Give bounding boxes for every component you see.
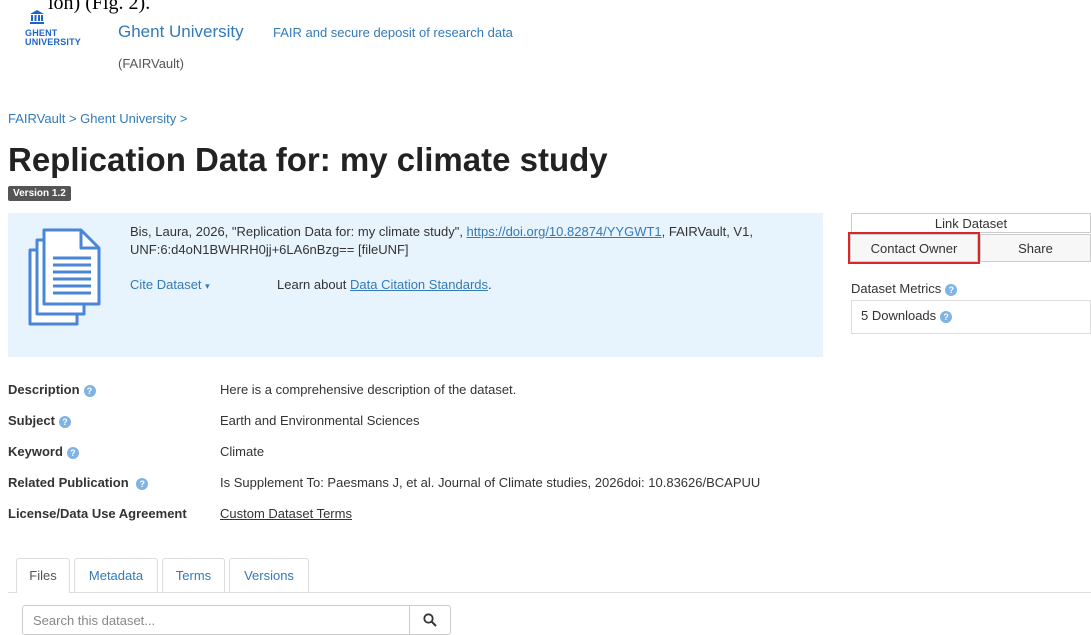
- learn-prefix: Learn about: [277, 277, 351, 292]
- metadata-label-description: Description?: [8, 382, 96, 397]
- breadcrumb: FAIRVault > Ghent University >: [8, 111, 187, 126]
- search-button[interactable]: [409, 605, 451, 635]
- version-badge: Version 1.2: [8, 186, 71, 201]
- metadata-label-subject: Subject?: [8, 413, 71, 428]
- brand-name-link[interactable]: Ghent University: [118, 22, 244, 42]
- breadcrumb-item-fairvault[interactable]: FAIRVault: [8, 111, 65, 126]
- metadata-label-keyword: Keyword?: [8, 444, 79, 459]
- document-stack-icon: [28, 228, 101, 326]
- help-icon[interactable]: ?: [940, 310, 953, 323]
- highlight-box: [848, 232, 980, 264]
- tab-versions[interactable]: Versions: [229, 558, 309, 592]
- help-icon[interactable]: ?: [945, 283, 958, 296]
- breadcrumb-separator: >: [68, 111, 81, 126]
- help-icon[interactable]: ?: [136, 477, 149, 490]
- metadata-value-keyword: Climate: [220, 444, 265, 459]
- data-citation-standards-link[interactable]: Data Citation Standards: [350, 277, 488, 292]
- custom-dataset-terms-link[interactable]: Custom Dataset Terms: [220, 506, 352, 521]
- brand-subtitle: (FAIRVault): [118, 56, 184, 71]
- learn-suffix: .: [488, 277, 492, 292]
- ghent-university-logo[interactable]: GHENT UNIVERSITY: [25, 10, 85, 47]
- metadata-value-related-publication: Is Supplement To: Paesmans J, et al. Jou…: [220, 475, 761, 490]
- keyword-label: Keyword: [8, 444, 63, 459]
- logo-text-university: UNIVERSITY: [25, 37, 82, 47]
- tab-divider: [8, 592, 1091, 593]
- description-label: Description: [8, 382, 80, 397]
- header-tagline: FAIR and secure deposit of research data: [273, 25, 513, 40]
- related-publication-label: Related Publication: [8, 475, 129, 490]
- metadata-label-license: License/Data Use Agreement: [8, 506, 187, 521]
- dataset-metrics-title: Dataset Metrics?: [851, 281, 958, 296]
- learn-about-text: Learn about Data Citation Standards.: [277, 277, 492, 292]
- tab-terms[interactable]: Terms: [162, 558, 225, 592]
- help-icon[interactable]: ?: [66, 446, 79, 459]
- link-dataset-button[interactable]: Link Dataset: [851, 213, 1091, 233]
- tab-files[interactable]: Files: [16, 558, 70, 593]
- dataset-metrics-label: Dataset Metrics: [851, 281, 942, 296]
- metadata-label-related-publication: Related Publication ?: [8, 475, 149, 490]
- breadcrumb-separator: >: [179, 111, 188, 126]
- share-button[interactable]: Share: [980, 234, 1091, 262]
- caret-down-icon: ▾: [205, 281, 210, 291]
- cite-dataset-dropdown[interactable]: Cite Dataset ▾: [130, 277, 210, 292]
- metadata-value-subject: Earth and Environmental Sciences: [220, 413, 420, 428]
- breadcrumb-item-ghent-university[interactable]: Ghent University: [80, 111, 176, 126]
- help-icon[interactable]: ?: [83, 384, 96, 397]
- building-icon: [30, 10, 44, 24]
- subject-label: Subject: [8, 413, 55, 428]
- cite-dataset-label: Cite Dataset: [130, 277, 202, 292]
- search-icon: [423, 613, 437, 627]
- downloads-label: 5 Downloads: [861, 308, 937, 323]
- metadata-value-description: Here is a comprehensive description of t…: [220, 382, 517, 397]
- citation-text: Bis, Laura, 2026, "Replication Data for:…: [130, 223, 800, 259]
- doi-link[interactable]: https://doi.org/10.82874/YYGWT1: [467, 224, 662, 239]
- tab-metadata[interactable]: Metadata: [74, 558, 158, 592]
- search-input[interactable]: [22, 605, 410, 635]
- help-icon[interactable]: ?: [58, 415, 71, 428]
- downloads-count: 5 Downloads?: [861, 308, 953, 323]
- citation-text-prefix: Bis, Laura, 2026, "Replication Data for:…: [130, 224, 467, 239]
- page-title: Replication Data for: my climate study: [8, 141, 608, 178]
